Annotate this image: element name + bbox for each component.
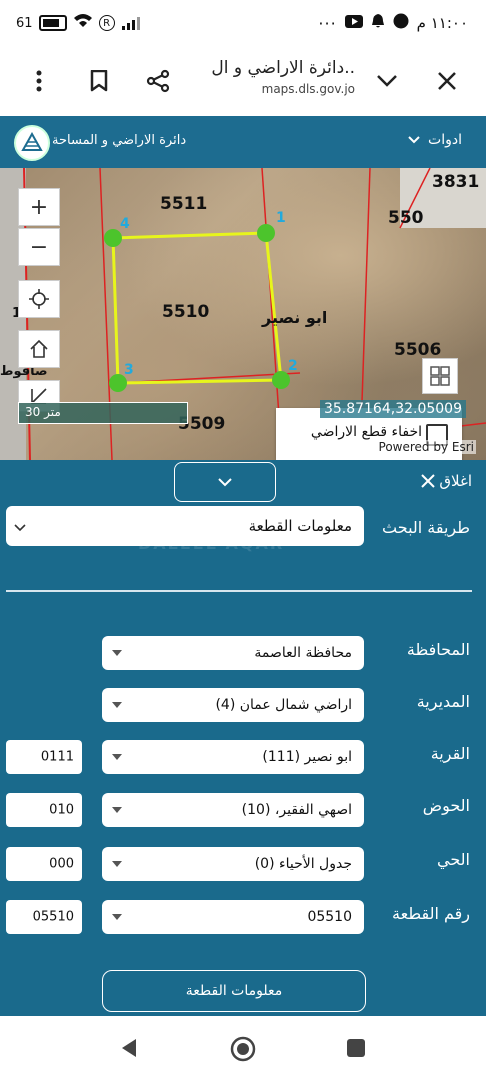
village-code-field[interactable]: 0111	[6, 740, 82, 774]
parcel-info-button[interactable]: معلومات القطعة	[102, 970, 366, 1012]
search-method-label: طريقة البحث	[382, 518, 470, 537]
close-panel-button[interactable]: اغلاق	[421, 472, 472, 490]
parcel-number-code: 05510	[32, 909, 74, 925]
signal-icon	[121, 16, 140, 30]
dropdown-arrow-icon	[112, 650, 122, 656]
search-panel: اغلاق طريقة البحث معلومات القطعة DALEEL …	[0, 460, 486, 1016]
parcel-label: 3831	[432, 172, 480, 192]
coordinates-readout: 35.87164,32.05009	[319, 400, 466, 418]
neighborhood-select[interactable]: جدول الأحياء (0)	[102, 847, 364, 881]
parcel-number-select[interactable]: 05510	[102, 900, 364, 934]
parcel-label: 5511	[160, 194, 208, 214]
bookmark-icon[interactable]	[84, 66, 114, 96]
back-icon[interactable]	[120, 1038, 138, 1062]
neighborhood-code-field[interactable]: 000	[6, 847, 82, 881]
map-view[interactable]: 5511 5510 5506 5509 5507 550 3831 ابو نص…	[0, 168, 486, 460]
close-label: اغلاق	[439, 472, 472, 490]
village-code: 0111	[40, 749, 74, 765]
neighborhood-label: الحي	[437, 850, 470, 869]
parcel-label: 550	[388, 208, 424, 228]
locate-icon[interactable]	[18, 280, 60, 318]
dropdown-arrow-icon	[112, 861, 122, 867]
home-icon[interactable]	[18, 330, 60, 368]
zoom-in-button[interactable]: +	[18, 188, 60, 226]
vertex-label: 4	[120, 216, 130, 232]
battery-percent: 61	[16, 15, 33, 31]
page-title-area[interactable]: دائرة الاراضي و ال.. maps.dls.gov.jo	[195, 58, 355, 96]
watermark: DALEEL AQAR	[138, 534, 285, 553]
neighborhood-code: 000	[49, 856, 74, 872]
youtube-icon	[344, 14, 363, 32]
tools-menu[interactable]: ادوات	[408, 132, 462, 148]
menu-dots-icon[interactable]	[24, 66, 54, 96]
registered-icon: R	[98, 15, 115, 31]
home-nav-icon[interactable]	[230, 1036, 256, 1066]
layers-icon[interactable]	[422, 358, 458, 394]
zoom-out-button[interactable]: −	[18, 228, 60, 266]
directorate-select[interactable]: اراضي شمال عمان (4)	[102, 688, 364, 722]
parcel-number-code-field[interactable]: 05510	[6, 900, 82, 934]
chevron-down-icon[interactable]	[372, 66, 402, 96]
status-right: ··· ١١:٠٠ م	[318, 13, 468, 33]
page-url: maps.dls.gov.jo	[261, 82, 355, 96]
status-left: 61 R	[16, 13, 140, 33]
chevron-down-icon	[408, 132, 420, 148]
more-dots-icon: ···	[318, 13, 337, 33]
parcel-label: 5510	[162, 302, 210, 322]
search-method-value: معلومات القطعة	[248, 517, 352, 535]
basin-value: اصهي الفقير، (10)	[241, 802, 352, 818]
divider	[6, 590, 472, 592]
battery-icon	[38, 15, 67, 31]
wifi-icon	[73, 13, 93, 33]
app-name: دائرة الاراضي و المساحة	[52, 133, 187, 148]
recents-icon[interactable]	[346, 1038, 366, 1062]
tools-label: ادوات	[428, 132, 462, 148]
basin-code: 010	[49, 802, 74, 818]
app-header: دائرة الاراضي و المساحة ادوات	[0, 116, 486, 168]
close-icon	[421, 474, 436, 488]
dropdown-arrow-icon	[112, 702, 122, 708]
directorate-value: اراضي شمال عمان (4)	[215, 697, 352, 713]
chevron-down-icon	[218, 477, 232, 486]
parcel-number-label: رقم القطعة	[392, 904, 470, 923]
governorate-label: المحافظة	[406, 640, 470, 659]
bell-icon	[371, 13, 385, 33]
governorate-select[interactable]: محافظة العاصمة	[102, 636, 364, 670]
village-value: ابو نصير (111)	[262, 749, 352, 765]
dls-logo-icon	[14, 125, 50, 161]
directorate-label: المديرية	[416, 692, 470, 711]
status-bar: 61 R ··· ١١:٠٠ م	[0, 0, 486, 46]
village-select[interactable]: ابو نصير (111)	[102, 740, 364, 774]
village-label: القرية	[430, 744, 470, 763]
area-label: ابو نصير	[262, 308, 328, 327]
vertex-label: 1	[276, 210, 286, 226]
scale-bar: 30 متر	[18, 402, 188, 424]
basin-code-field[interactable]: 010	[6, 793, 82, 827]
system-nav-bar	[0, 1016, 486, 1080]
dropdown-arrow-icon	[112, 754, 122, 760]
dropdown-arrow-icon	[112, 914, 122, 920]
scale-label: 30 متر	[25, 405, 61, 419]
dropdown-arrow-icon	[112, 807, 122, 813]
map-attribution: Powered by Esri	[376, 440, 476, 454]
close-icon[interactable]	[432, 66, 462, 96]
browser-toolbar: دائرة الاراضي و ال.. maps.dls.gov.jo	[0, 46, 486, 117]
collapse-panel-button[interactable]	[174, 462, 276, 502]
neighborhood-value: جدول الأحياء (0)	[254, 856, 352, 872]
basin-label: الحوض	[422, 796, 470, 815]
hide-parcels-label: اخفاء قطع الاراضي	[310, 424, 422, 440]
vertex-label: 3	[124, 362, 134, 378]
share-icon[interactable]	[143, 66, 173, 96]
parcel-number-value: 05510	[307, 909, 352, 925]
clock-time: ١١:٠٠ م	[416, 14, 468, 32]
parcel-label: 5506	[394, 340, 442, 360]
governorate-value: محافظة العاصمة	[254, 645, 352, 661]
page-title: دائرة الاراضي و ال..	[211, 58, 355, 78]
app-badge-icon	[393, 13, 409, 33]
chevron-down-icon	[14, 520, 26, 536]
vertex-label: 2	[288, 358, 298, 374]
basin-select[interactable]: اصهي الفقير، (10)	[102, 793, 364, 827]
